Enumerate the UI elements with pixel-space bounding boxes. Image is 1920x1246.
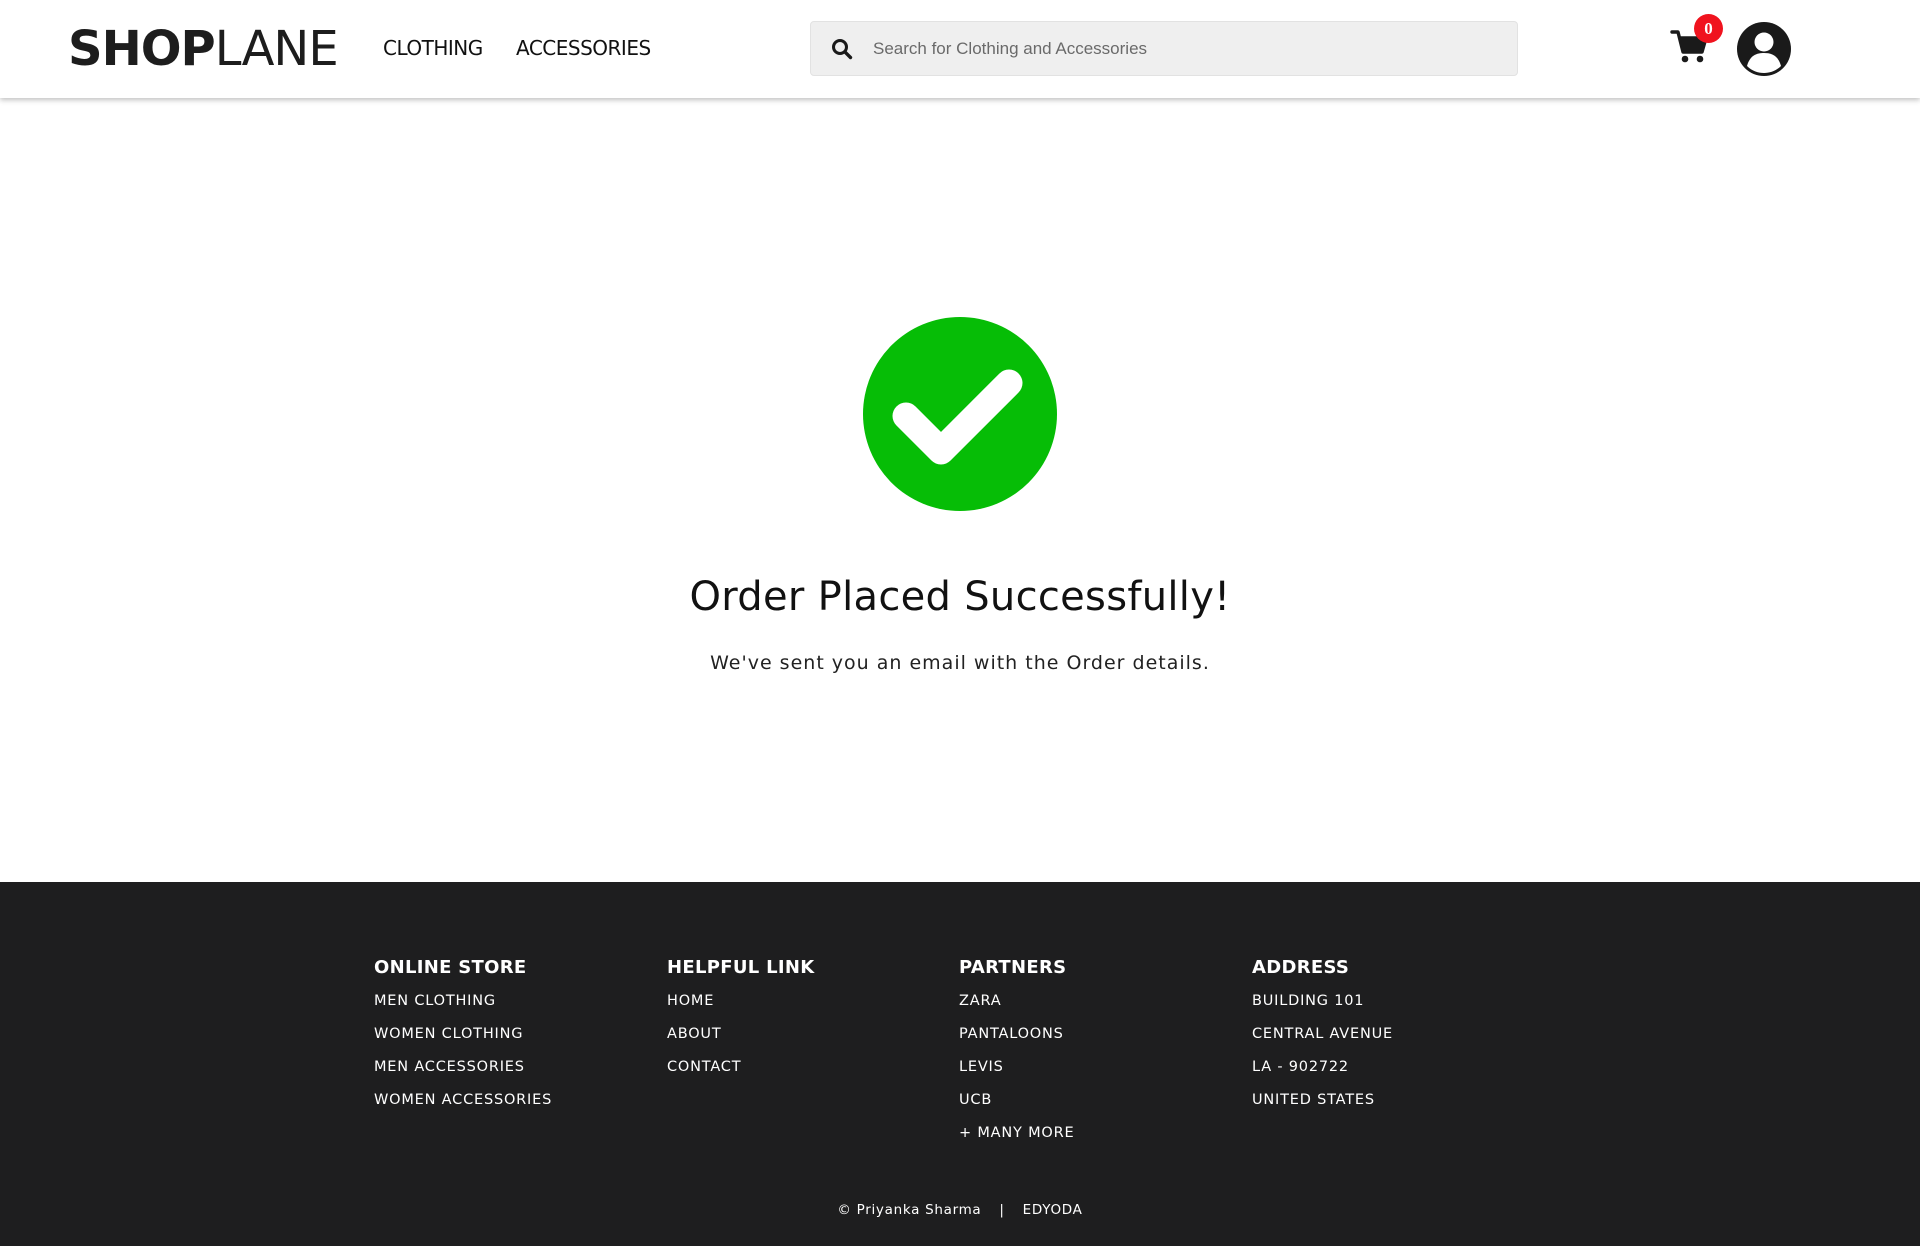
confirmation-message: We've sent you an email with the Order d… (710, 652, 1210, 674)
logo-shop: SHOP (68, 21, 216, 77)
check-circle-icon (862, 316, 1058, 512)
footer-link-women-accessories[interactable]: WOMEN ACCESSORIES (374, 1088, 552, 1121)
footer-link-pantaloons[interactable]: PANTALOONS (959, 1022, 1074, 1055)
footer-link-home[interactable]: HOME (667, 989, 814, 1022)
footer-heading: ADDRESS (1252, 957, 1350, 978)
footer-link-contact[interactable]: CONTACT (667, 1055, 814, 1088)
footer-heading: HELPFUL LINK (667, 957, 815, 978)
logo[interactable]: SHOPLANE (68, 21, 339, 77)
footer-column-helpful-link: HELPFUL LINK HOME ABOUT CONTACT (667, 956, 814, 1088)
search-input[interactable] (873, 22, 1503, 75)
footer-link-about[interactable]: ABOUT (667, 1022, 814, 1055)
edyoda-link[interactable]: EDYODA (1023, 1202, 1083, 1218)
footer-column-partners: PARTNERS ZARA PANTALOONS LEVIS UCB + MAN… (959, 956, 1074, 1154)
footer-link-men-accessories[interactable]: MEN ACCESSORIES (374, 1055, 552, 1088)
user-circle-icon[interactable] (1736, 21, 1792, 77)
footer-column-address: ADDRESS BUILDING 101 CENTRAL AVENUE LA -… (1252, 956, 1393, 1121)
copyright-bar: © Priyanka Sharma | EDYODA (0, 1202, 1920, 1218)
copyright-separator: | (999, 1202, 1005, 1218)
nav-clothing[interactable]: CLOTHING (383, 36, 483, 60)
footer-link-many-more[interactable]: + MANY MORE (959, 1121, 1074, 1154)
site-header: SHOPLANE CLOTHING ACCESSORIES 0 (0, 0, 1920, 98)
footer-link-women-clothing[interactable]: WOMEN CLOTHING (374, 1022, 552, 1055)
copyright-text: © Priyanka Sharma (837, 1202, 982, 1218)
footer-link-men-clothing[interactable]: MEN CLOTHING (374, 989, 552, 1022)
address-line: CENTRAL AVENUE (1252, 1026, 1393, 1042)
footer-heading: ONLINE STORE (374, 957, 527, 978)
address-line: UNITED STATES (1252, 1092, 1375, 1108)
cart-count-badge: 0 (1694, 14, 1723, 43)
address-line: LA - 902722 (1252, 1059, 1349, 1075)
footer-column-online-store: ONLINE STORE MEN CLOTHING WOMEN CLOTHING… (374, 956, 552, 1121)
site-footer: ONLINE STORE MEN CLOTHING WOMEN CLOTHING… (0, 882, 1920, 1246)
footer-link-zara[interactable]: ZARA (959, 989, 1074, 1022)
footer-heading: PARTNERS (959, 957, 1067, 978)
search-bar (810, 21, 1518, 76)
logo-lane: LANE (214, 21, 339, 77)
nav-accessories[interactable]: ACCESSORIES (516, 36, 651, 60)
search-icon[interactable] (831, 38, 853, 60)
address-line: BUILDING 101 (1252, 993, 1365, 1009)
footer-link-levis[interactable]: LEVIS (959, 1055, 1074, 1088)
page-title: Order Placed Successfully! (689, 574, 1231, 620)
footer-link-ucb[interactable]: UCB (959, 1088, 1074, 1121)
